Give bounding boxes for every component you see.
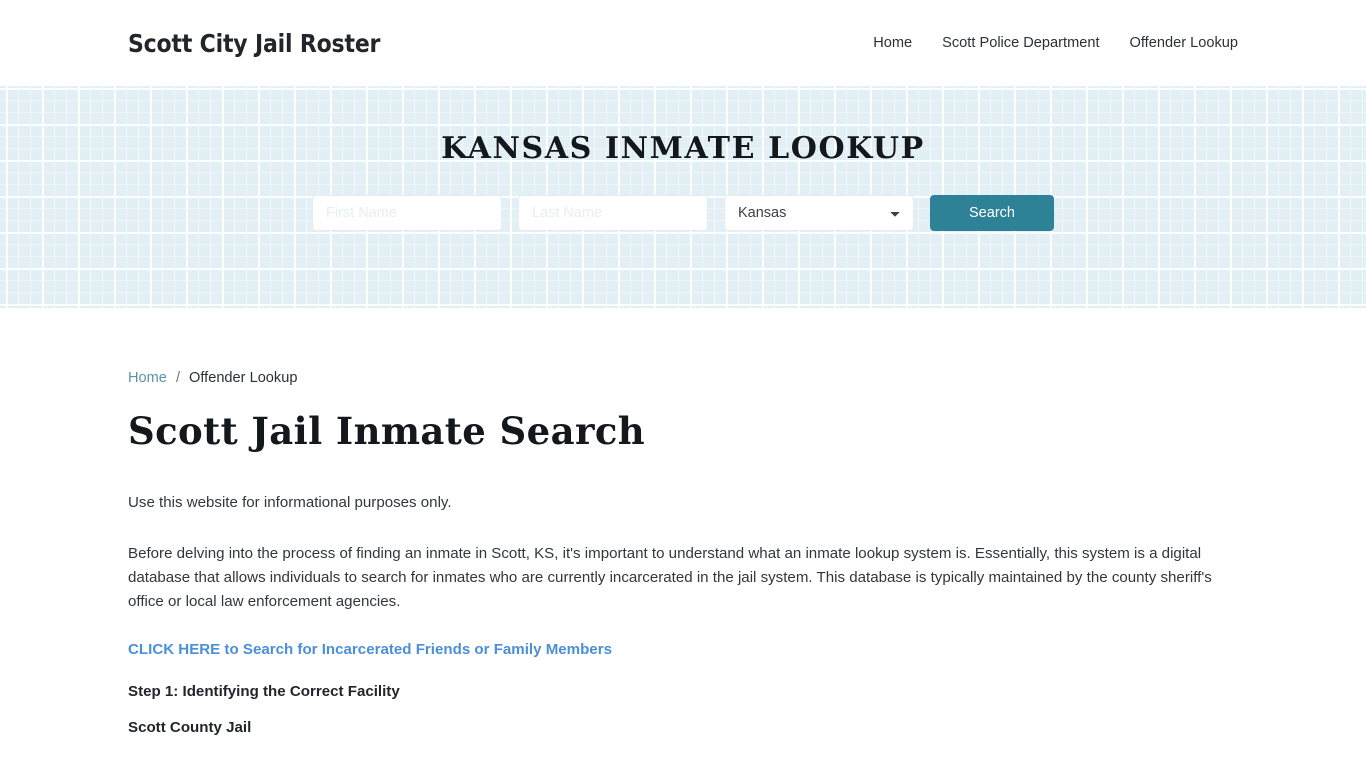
nav-item-home[interactable]: Home	[873, 35, 912, 51]
page-title: Scott Jail Inmate Search	[128, 409, 646, 453]
facility-paragraph: Scott County, Kansas, operates its own c…	[128, 763, 1238, 768]
nav-item-offender-lookup[interactable]: Offender Lookup	[1130, 35, 1238, 51]
nav-item-scott-police-department[interactable]: Scott Police Department	[942, 35, 1099, 51]
step-heading: Step 1: Identifying the Correct Facility	[128, 683, 400, 700]
hero-banner: KANSAS INMATE LOOKUP Kansas Search	[0, 86, 1366, 308]
hero-title: KANSAS INMATE LOOKUP	[441, 131, 925, 166]
search-button[interactable]: Search	[930, 195, 1054, 231]
inmate-search-cta-link[interactable]: CLICK HERE to Search for Incarcerated Fr…	[128, 641, 612, 658]
site-brand[interactable]: Scott City Jail Roster	[128, 29, 380, 58]
intro-paragraph: Before delving into the process of findi…	[128, 545, 1212, 610]
breadcrumb: Home / Offender Lookup	[128, 308, 1238, 386]
inmate-search-form: Kansas Search	[312, 195, 1054, 231]
first-name-input[interactable]	[312, 195, 502, 231]
breadcrumb-separator: /	[175, 370, 180, 386]
facility-heading: Scott County Jail	[128, 719, 252, 736]
main-content: Home / Offender Lookup Scott Jail Inmate…	[0, 308, 1366, 768]
breadcrumb-home-link[interactable]: Home	[128, 370, 167, 386]
last-name-input[interactable]	[518, 195, 708, 231]
disclaimer-text: Use this website for informational purpo…	[128, 494, 452, 511]
site-header: Scott City Jail Roster Home Scott Police…	[0, 0, 1366, 86]
state-select[interactable]: Kansas	[724, 195, 914, 231]
breadcrumb-current: Offender Lookup	[189, 370, 298, 386]
main-navigation: Home Scott Police Department Offender Lo…	[873, 35, 1238, 51]
